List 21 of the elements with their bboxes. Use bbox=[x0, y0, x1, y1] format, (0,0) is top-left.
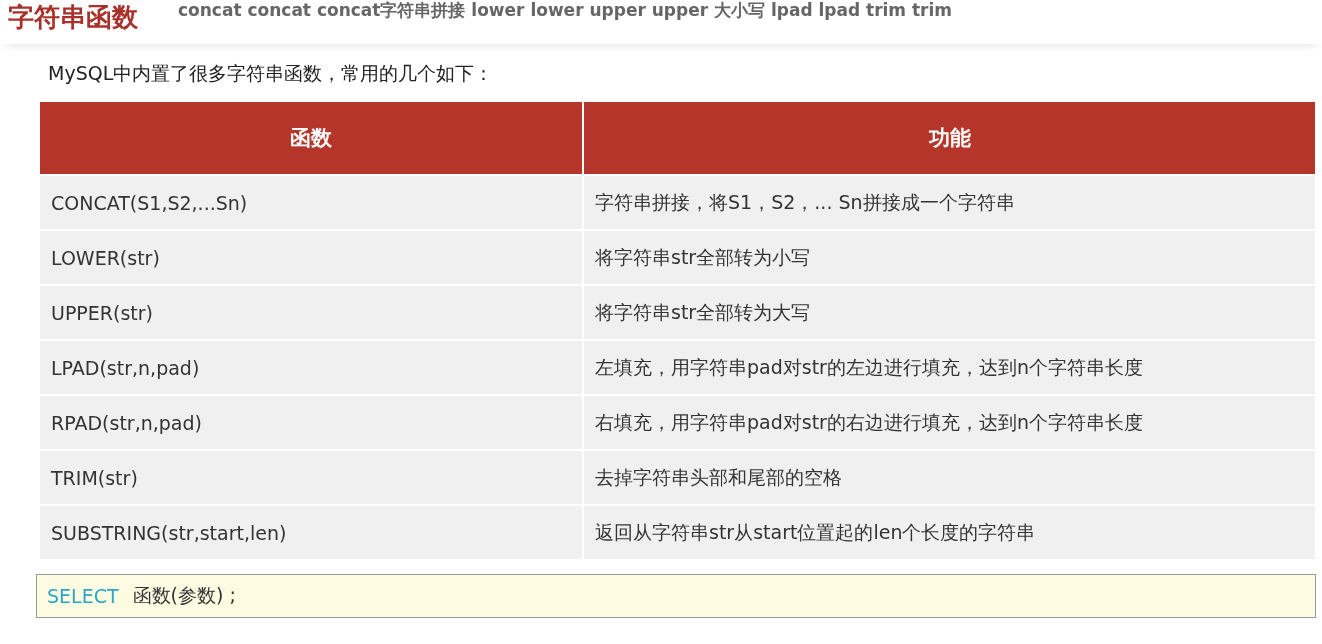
column-header: 功能 bbox=[584, 102, 1315, 174]
table-cell: 将字符串str全部转为大写 bbox=[584, 286, 1315, 339]
table-cell: 返回从字符串str从start位置起的len个长度的字符串 bbox=[584, 506, 1315, 559]
table-cell: 右填充，用字符串pad对str的右边进行填充，达到n个字符串长度 bbox=[584, 396, 1315, 449]
column-header: 函数 bbox=[40, 102, 582, 174]
table-cell: 字符串拼接，将S1，S2，... Sn拼接成一个字符串 bbox=[584, 176, 1315, 229]
table-cell: CONCAT(S1,S2,...Sn) bbox=[40, 176, 582, 229]
table-cell: 左填充，用字符串pad对str的左边进行填充，达到n个字符串长度 bbox=[584, 341, 1315, 394]
code-keyword: SELECT bbox=[47, 585, 119, 607]
table-cell: RPAD(str,n,pad) bbox=[40, 396, 582, 449]
table-cell: 将字符串str全部转为小写 bbox=[584, 231, 1315, 284]
table-cell: LPAD(str,n,pad) bbox=[40, 341, 582, 394]
table-cell: TRIM(str) bbox=[40, 451, 582, 504]
table-cell: UPPER(str) bbox=[40, 286, 582, 339]
code-text: 函数(参数) ; bbox=[132, 583, 236, 608]
table-cell: LOWER(str) bbox=[40, 231, 582, 284]
subtitle-caption: concat concat concat字符串拼接 lower lower upper upper 大小写 lpad lpad trim trim bbox=[178, 0, 953, 20]
table-cell: 去掉字符串头部和尾部的空格 bbox=[584, 451, 1315, 504]
table-cell: SUBSTRING(str,start,len) bbox=[40, 506, 582, 559]
slide-title: 字符串函数 bbox=[8, 1, 138, 34]
intro-text: MySQL中内置了很多字符串函数，常用的几个如下： bbox=[48, 61, 494, 86]
